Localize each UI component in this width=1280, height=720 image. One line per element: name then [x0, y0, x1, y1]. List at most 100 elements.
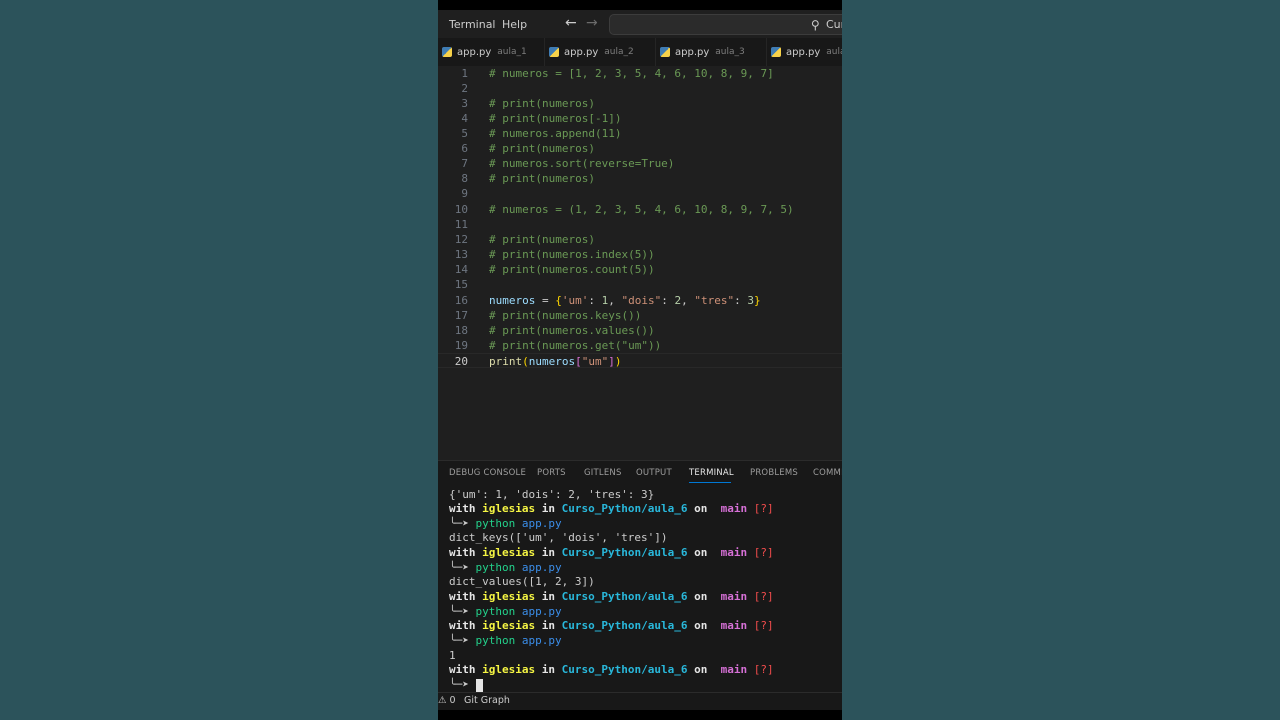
code-line: 13 # print(numeros.index(5))	[438, 247, 842, 262]
code-line: 11	[438, 217, 842, 232]
code-line: 1 # numeros = [1, 2, 3, 5, 4, 6, 10, 8, 9…	[438, 66, 842, 81]
tab-comments[interactable]: COMMENTS	[813, 468, 842, 478]
tab-gitlens[interactable]: GITLENS	[584, 468, 622, 478]
tab-name: app.py	[564, 46, 599, 58]
code-text: # print(numeros[-1])	[489, 112, 622, 125]
title-bar: Terminal Help ← → ⚲ Cur	[438, 10, 842, 38]
line-number: 12	[454, 233, 468, 246]
terminal[interactable]: {'um': 1, 'dois': 2, 'tres': 3} with igl…	[438, 484, 842, 692]
back-arrow-icon[interactable]: ←	[565, 15, 577, 31]
search-text: Cur	[826, 18, 842, 31]
tab-app-aula-4[interactable]: app.py aula_4	[767, 38, 842, 66]
code-line: 5 # numeros.append(11)	[438, 126, 842, 141]
terminal-prompt: with iglesias in Curso_Python/aula_6 on …	[449, 619, 774, 632]
code-editor[interactable]: 1 # numeros = [1, 2, 3, 5, 4, 6, 10, 8, 9…	[438, 66, 842, 460]
code-line: 18 # print(numeros.values())	[438, 323, 842, 338]
active-tab-indicator	[689, 482, 731, 483]
tab-output[interactable]: OUTPUT	[636, 468, 672, 478]
code-line: 4 # print(numeros[-1])	[438, 111, 842, 126]
forward-arrow-icon[interactable]: →	[586, 15, 598, 31]
tab-description: aula_2	[604, 47, 634, 57]
code-text: print(numeros["um"])	[489, 355, 622, 368]
line-number: 4	[461, 112, 468, 125]
terminal-output: 1	[449, 649, 456, 662]
code-line: 9	[438, 186, 842, 201]
tab-problems[interactable]: PROBLEMS	[750, 468, 798, 478]
tab-ports[interactable]: PORTS	[537, 468, 566, 478]
code-text: # print(numeros)	[489, 233, 595, 246]
menu-terminal[interactable]: Terminal	[449, 18, 496, 31]
line-number: 19	[454, 339, 468, 352]
code-line-current: 20 print(numeros["um"])	[438, 353, 842, 368]
code-text: # numeros.append(11)	[489, 127, 622, 140]
code-text: # print(numeros.index(5))	[489, 248, 655, 261]
line-number: 18	[454, 324, 468, 337]
tab-name: app.py	[786, 46, 821, 58]
terminal-prompt: with iglesias in Curso_Python/aula_6 on …	[449, 546, 774, 559]
line-number: 2	[461, 82, 468, 95]
tab-app-aula-1[interactable]: app.py aula_1	[438, 38, 545, 66]
tab-app-aula-2[interactable]: app.py aula_2	[545, 38, 656, 66]
line-number: 3	[461, 97, 468, 110]
code-text: # print(numeros)	[489, 97, 595, 110]
line-number: 11	[454, 218, 468, 231]
line-number: 14	[454, 263, 468, 276]
code-line: 3 # print(numeros)	[438, 96, 842, 111]
line-number: 20	[454, 355, 468, 368]
line-number: 17	[454, 309, 468, 322]
line-number: 1	[461, 67, 468, 80]
code-text: # print(numeros)	[489, 172, 595, 185]
code-text: # print(numeros.values())	[489, 324, 655, 337]
terminal-prompt: with iglesias in Curso_Python/aula_6 on …	[449, 663, 774, 676]
code-line: 15	[438, 277, 842, 292]
line-number: 9	[461, 187, 468, 200]
code-line: 17 # print(numeros.keys())	[438, 308, 842, 323]
line-number: 13	[454, 248, 468, 261]
code-text: # print(numeros.keys())	[489, 309, 642, 322]
command-center-search[interactable]: ⚲ Cur	[609, 14, 842, 35]
vscode-window: Terminal Help ← → ⚲ Cur app.py aula_1 ap…	[438, 0, 842, 720]
line-number: 7	[461, 157, 468, 170]
editor-tab-bar: app.py aula_1 app.py aula_2 app.py aula_…	[438, 38, 842, 66]
code-text: # numeros = [1, 2, 3, 5, 4, 6, 10, 8, 9,…	[489, 67, 774, 80]
terminal-input-line[interactable]: ╰─➤	[449, 678, 483, 692]
line-number: 15	[454, 278, 468, 291]
code-text: numeros = {'um': 1, "dois": 2, "tres": 3…	[489, 294, 761, 307]
code-line: 7 # numeros.sort(reverse=True)	[438, 156, 842, 171]
code-text: # print(numeros)	[489, 142, 595, 155]
line-number: 5	[461, 127, 468, 140]
terminal-command: ╰─➤ python app.py	[449, 634, 562, 647]
problems-count[interactable]: ⚠ 0	[438, 695, 456, 706]
terminal-output: {'um': 1, 'dois': 2, 'tres': 3}	[449, 488, 655, 501]
code-text: # numeros = (1, 2, 3, 5, 4, 6, 10, 8, 9,…	[489, 203, 794, 216]
line-number: 10	[454, 203, 468, 216]
code-line: 19 # print(numeros.get("um"))	[438, 338, 842, 353]
terminal-prompt: with iglesias in Curso_Python/aula_6 on …	[449, 590, 774, 603]
code-text: # print(numeros.count(5))	[489, 263, 655, 276]
terminal-output: dict_values([1, 2, 3])	[449, 575, 595, 588]
code-line: 2	[438, 81, 842, 96]
search-icon: ⚲	[811, 18, 820, 32]
terminal-cursor	[475, 678, 483, 692]
tab-description: aula_1	[497, 47, 527, 57]
menu-help[interactable]: Help	[502, 18, 527, 31]
tab-debug-console[interactable]: DEBUG CONSOLE	[449, 468, 526, 478]
code-line: 10 # numeros = (1, 2, 3, 5, 4, 6, 10, 8, …	[438, 202, 842, 217]
python-file-icon	[549, 47, 559, 57]
line-number: 8	[461, 172, 468, 185]
python-file-icon	[660, 47, 670, 57]
panel-tab-bar: DEBUG CONSOLE PORTS GITLENS OUTPUT TERMI…	[438, 460, 842, 485]
terminal-command: ╰─➤ python app.py	[449, 517, 562, 530]
python-file-icon	[771, 47, 781, 57]
status-bar: ⚠ 0 Git Graph	[438, 692, 842, 710]
git-graph-button[interactable]: Git Graph	[464, 695, 510, 706]
code-text: # print(numeros.get("um"))	[489, 339, 662, 352]
python-file-icon	[442, 47, 452, 57]
tab-app-aula-3[interactable]: app.py aula_3	[656, 38, 767, 66]
tab-terminal[interactable]: TERMINAL	[689, 468, 734, 478]
line-number: 16	[454, 294, 468, 307]
tab-name: app.py	[457, 46, 492, 58]
tab-description: aula_4	[826, 47, 842, 57]
line-number: 6	[461, 142, 468, 155]
terminal-output: dict_keys(['um', 'dois', 'tres'])	[449, 531, 668, 544]
